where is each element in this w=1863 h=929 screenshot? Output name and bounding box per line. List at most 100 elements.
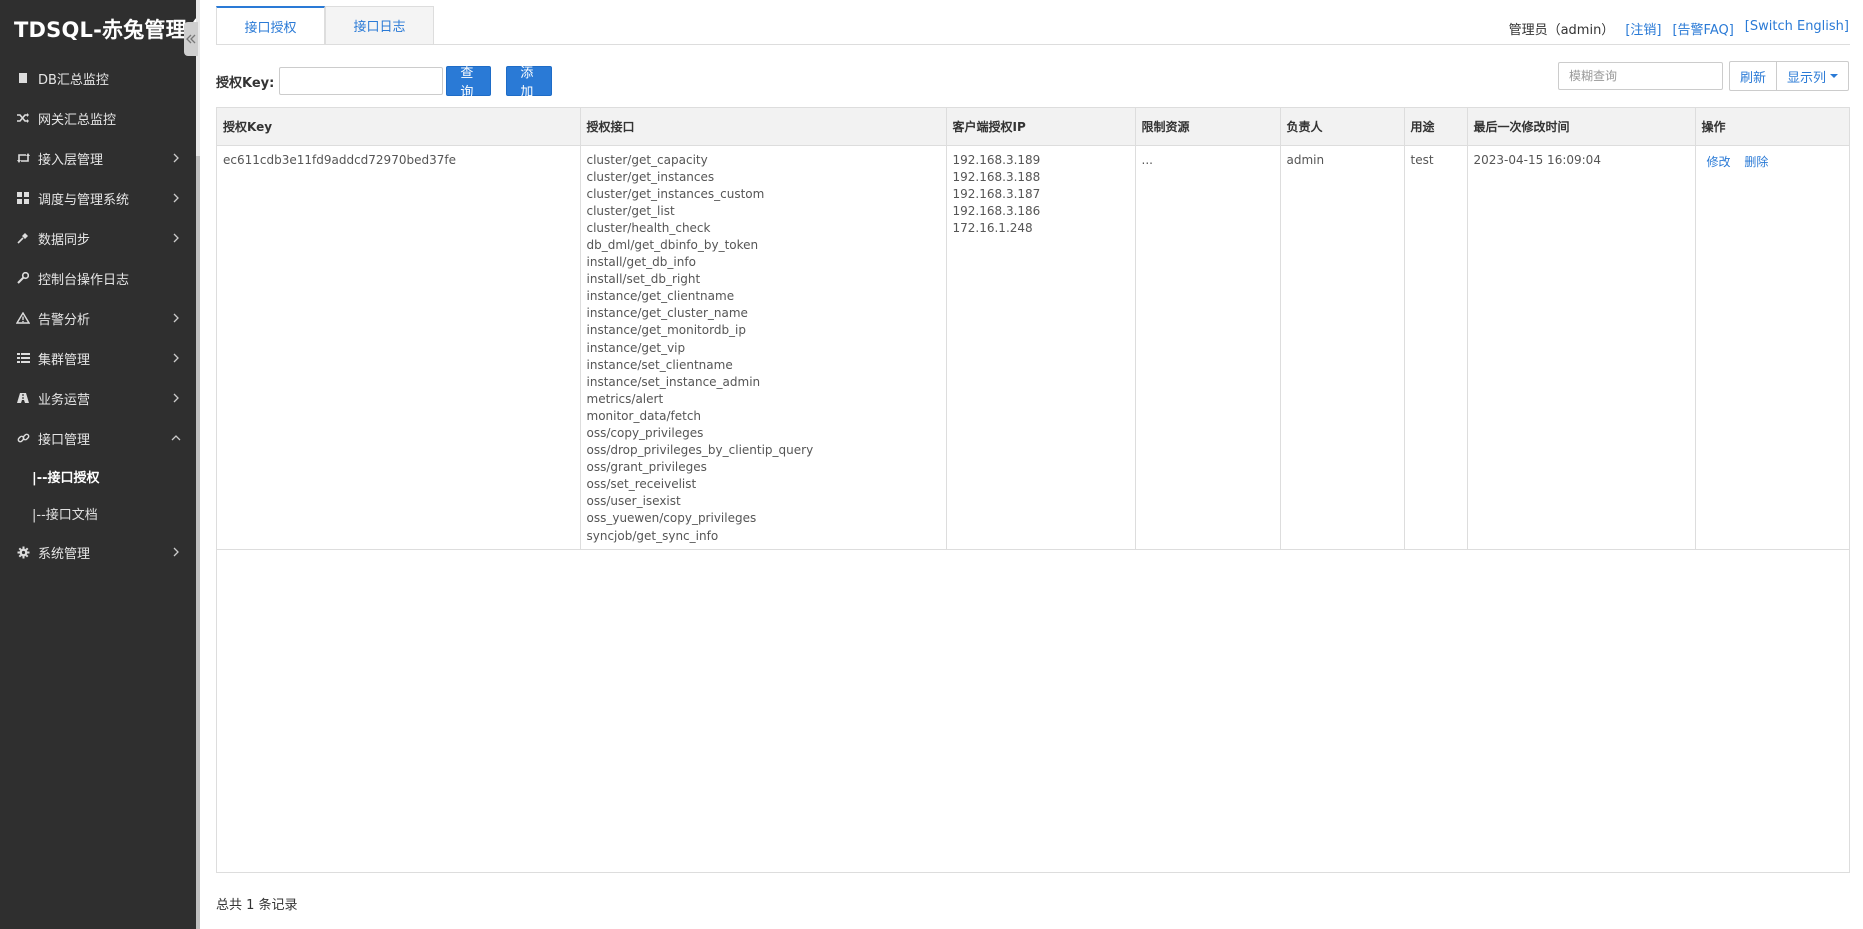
double-chevron-left-icon: [186, 34, 196, 44]
sidebar-item-label: 告警分析: [38, 312, 91, 328]
chevron-right-icon: [168, 230, 184, 246]
chevron-right-icon: [168, 390, 184, 406]
sidebar-nav: DB汇总监控 网关汇总监控 接入层管理 调度与管理系统 数据同步 控制台操作日志…: [0, 58, 196, 572]
logout-link[interactable]: [注销]: [1625, 19, 1661, 38]
link-icon: [14, 432, 32, 445]
sidebar-item-label: 控制台操作日志: [38, 272, 130, 288]
chevron-right-icon: [168, 544, 184, 560]
edit-link[interactable]: 修改: [1707, 154, 1731, 171]
current-user: 管理员（admin）: [1508, 23, 1615, 38]
sidebar-item-label: 集群管理: [38, 352, 91, 368]
column-header-actions: 操作: [1695, 108, 1849, 146]
warning-icon: [14, 312, 32, 324]
ip-item: 192.168.3.189: [952, 152, 1041, 167]
interface-item: cluster/get_instances_custom: [586, 186, 765, 201]
column-header-auth-interface[interactable]: 授权接口: [580, 108, 947, 146]
cell-auth-key: ec611cdb3e11fd9addcd72970bed37fe: [217, 145, 581, 550]
interface-item: install/get_db_info: [586, 255, 696, 270]
interface-item: instance/get_monitordb_ip: [586, 323, 747, 338]
table-header-row: 授权Key 授权接口 客户端授权IP 限制资源 负责人 用途 最后一次修改时间 …: [217, 108, 1849, 146]
column-header-auth-key[interactable]: 授权Key: [217, 108, 581, 146]
sidebar-item-db-monitor[interactable]: DB汇总监控: [0, 58, 196, 98]
ip-item: 172.16.1.248: [952, 220, 1033, 235]
sidebar-item-data-sync[interactable]: 数据同步: [0, 218, 196, 258]
show-columns-label: 显示列: [1786, 70, 1826, 86]
sidebar-item-label: 接口管理: [38, 432, 91, 448]
chevron-right-icon: [168, 150, 184, 166]
cell-client-ips: 192.168.3.189 192.168.3.188 192.168.3.18…: [946, 145, 1136, 550]
sidebar-item-access-layer[interactable]: 接入层管理: [0, 138, 196, 178]
brand-title: TDSQL-赤兔管理台: [14, 18, 209, 42]
sidebar-subitem-interface-auth[interactable]: |--接口授权: [0, 458, 196, 495]
list-icon: [14, 352, 32, 364]
tab-interface-auth[interactable]: 接口授权: [216, 6, 325, 45]
interface-item: instance/get_clientname: [586, 289, 735, 304]
auth-key-input[interactable]: [279, 67, 444, 95]
sidebar-item-console-log[interactable]: 控制台操作日志: [0, 258, 196, 298]
add-button[interactable]: 添加: [506, 66, 553, 100]
delete-link[interactable]: 删除: [1744, 154, 1768, 171]
fuzzy-search-input[interactable]: [1557, 62, 1723, 90]
tab-divider: [216, 44, 1850, 45]
interface-item: oss/drop_privileges_by_clientip_query: [586, 443, 814, 458]
interface-item: oss/grant_privileges: [586, 460, 707, 475]
chevron-right-icon: [168, 190, 184, 206]
road-icon: [14, 392, 32, 404]
sidebar-item-label: 业务运营: [38, 392, 91, 408]
tab-bar: 接口授权 接口日志: [216, 6, 434, 46]
interface-item: db_dml/get_dbinfo_by_token: [586, 237, 759, 252]
cell-actions: 修改 删除: [1695, 145, 1849, 550]
show-columns-button[interactable]: 显示列: [1775, 61, 1849, 91]
sidebar-subitem-interface-docs[interactable]: |--接口文档: [0, 495, 196, 532]
auth-table: 授权Key 授权接口 客户端授权IP 限制资源 负责人 用途 最后一次修改时间 …: [216, 107, 1850, 873]
table-row: ec611cdb3e11fd9addcd72970bed37fe cluster…: [217, 145, 1849, 550]
column-header-limit-resource[interactable]: 限制资源: [1135, 108, 1281, 146]
sidebar-item-label: 调度与管理系统: [38, 192, 130, 208]
sidebar-item-cluster-management[interactable]: 集群管理: [0, 338, 196, 378]
interface-item: instance/get_vip: [586, 340, 686, 355]
grid-icon: [14, 192, 32, 204]
interface-item: instance/set_instance_admin: [586, 374, 761, 389]
interface-item: install/set_db_right: [586, 272, 701, 287]
wrench-icon: [14, 272, 32, 284]
shuffle-icon: [14, 112, 32, 124]
alarm-faq-link[interactable]: [告警FAQ]: [1672, 19, 1733, 38]
interface-item: monitor_data/fetch: [586, 408, 702, 423]
chevron-right-icon: [168, 310, 184, 326]
cell-purpose: test: [1404, 145, 1468, 550]
cell-owner: admin: [1280, 145, 1405, 550]
interface-item: cluster/get_list: [586, 203, 675, 218]
tab-interface-log[interactable]: 接口日志: [325, 6, 434, 45]
sidebar-item-label: 网关汇总监控: [38, 112, 117, 128]
sidebar-item-scheduling[interactable]: 调度与管理系统: [0, 178, 196, 218]
sidebar-item-alarm-analysis[interactable]: 告警分析: [0, 298, 196, 338]
interface-item: metrics/alert: [586, 391, 664, 406]
caret-down-icon: [1830, 74, 1838, 78]
cell-modified-time: 2023-04-15 16:09:04: [1467, 145, 1696, 550]
ip-item: 192.168.3.186: [952, 203, 1041, 218]
column-header-client-ip[interactable]: 客户端授权IP: [946, 108, 1136, 146]
switch-english-link[interactable]: [Switch English]: [1745, 19, 1849, 38]
column-header-owner[interactable]: 负责人: [1280, 108, 1405, 146]
gear-icon: [14, 546, 32, 559]
sidebar-item-label: 系统管理: [38, 546, 91, 562]
chevron-up-icon: [168, 430, 184, 446]
refresh-button[interactable]: 刷新: [1728, 61, 1777, 91]
query-button[interactable]: 查询: [446, 66, 492, 100]
collapse-sidebar-button[interactable]: [184, 22, 198, 56]
interface-item: cluster/get_capacity: [586, 152, 708, 167]
sidebar-item-interface-management[interactable]: 接口管理: [0, 418, 196, 458]
sidebar-item-system-management[interactable]: 系统管理: [0, 532, 196, 572]
sidebar: TDSQL-赤兔管理台 DB汇总监控 网关汇总监控 接入层管理 调度与管理系统 …: [0, 0, 209, 929]
sidebar-item-business-ops[interactable]: 业务运营: [0, 378, 196, 418]
interface-item: oss/set_receivelist: [586, 477, 697, 492]
interface-item: syncjob/get_sync_info: [586, 528, 719, 543]
chevron-right-icon: [168, 350, 184, 366]
interface-item: oss_yuewen/copy_privileges: [586, 511, 757, 526]
auth-key-label: 授权Key:: [216, 75, 275, 91]
sidebar-scrollbar[interactable]: [196, 156, 200, 929]
column-header-purpose[interactable]: 用途: [1404, 108, 1468, 146]
cell-limit-resource: ...: [1135, 145, 1281, 550]
column-header-modified-time[interactable]: 最后一次修改时间: [1467, 108, 1696, 146]
sidebar-item-gateway-monitor[interactable]: 网关汇总监控: [0, 98, 196, 138]
